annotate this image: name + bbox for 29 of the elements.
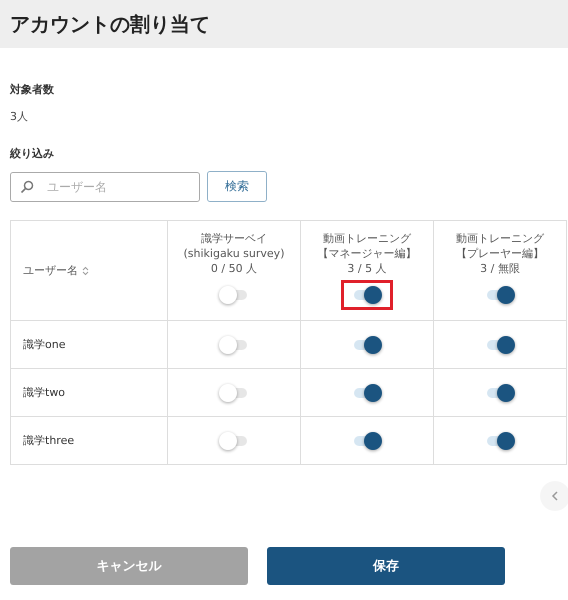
search-field[interactable]: ユーザー名	[10, 172, 200, 202]
table-cell: 識学three	[10, 416, 168, 464]
toggle-switch[interactable]	[485, 430, 515, 450]
toggle-switch[interactable]	[219, 382, 249, 402]
column-header: 動画トレーニング 【プレーヤー編】 3 / 無限	[456, 231, 544, 276]
toggle-switch[interactable]	[485, 285, 515, 305]
toggle-switch[interactable]	[485, 334, 515, 354]
table-cell: 識学one	[10, 320, 168, 368]
sort-icon[interactable]	[82, 266, 89, 276]
save-button[interactable]: 保存	[267, 547, 505, 585]
column-header: 動画トレーニング 【マネージャー編】 3 / 5 人	[318, 231, 416, 276]
count-value: 3人	[10, 109, 29, 124]
field-label: 絞り込み	[10, 146, 55, 161]
chevron-icon	[551, 491, 559, 501]
toggle-switch[interactable]	[352, 382, 382, 402]
toggle-switch[interactable]	[219, 334, 249, 354]
toggle-switch[interactable]	[219, 285, 249, 305]
search-icon	[20, 180, 34, 194]
toggle-switch[interactable]	[352, 430, 382, 450]
toggle-switch[interactable]	[352, 285, 382, 305]
toggle-switch[interactable]	[219, 430, 249, 450]
page-title: アカウントの割り当て	[10, 10, 210, 38]
field-label: 対象者数	[10, 82, 55, 97]
toggle-switch[interactable]	[485, 382, 515, 402]
column-header: ユーザー名	[23, 263, 78, 278]
table-cell: 識学two	[10, 368, 168, 416]
search-button[interactable]: 検索	[207, 171, 267, 202]
toggle-switch[interactable]	[352, 334, 382, 354]
column-header: 識学サーベイ (shikigaku survey) 0 / 50 人	[183, 231, 284, 276]
